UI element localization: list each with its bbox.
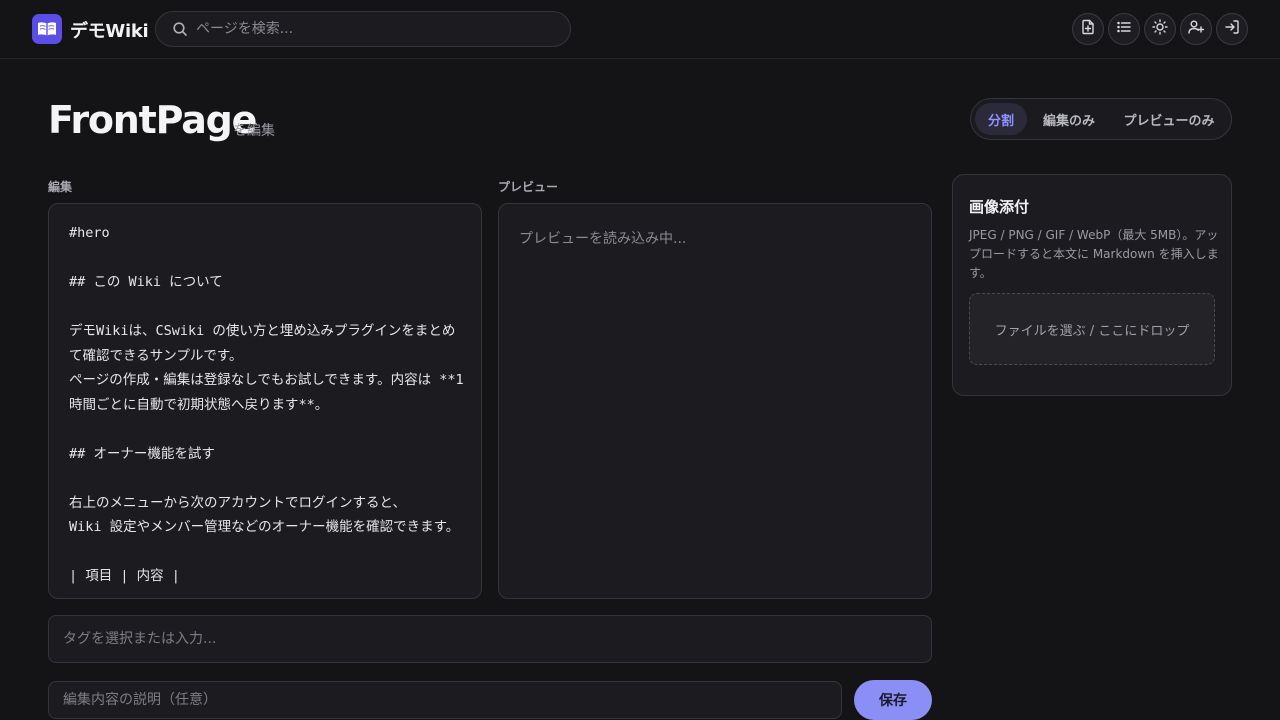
attach-description: JPEG / PNG / GIF / WebP（最大 5MB）。アップロードする… <box>969 228 1219 280</box>
file-dropzone[interactable]: ファイルを選ぶ / ここにドロップ <box>969 293 1215 365</box>
attach-title: 画像添付 <box>969 198 1030 216</box>
list-icon <box>1116 19 1132 39</box>
editor-label: 編集 <box>48 180 73 194</box>
page-title-suffix: を編集 <box>233 123 275 139</box>
logo-book-icon[interactable] <box>32 14 62 44</box>
preview-pane: プレビューを読み込み中... <box>498 203 932 599</box>
save-button[interactable]: 保存 <box>854 680 932 720</box>
preview-loading-text: プレビューを読み込み中... <box>519 231 687 247</box>
view-preview-only-option[interactable]: プレビューのみ <box>1111 103 1227 135</box>
tag-field[interactable] <box>48 615 932 663</box>
top-bar: デモWiki <box>0 0 1280 59</box>
login-icon <box>1224 19 1240 39</box>
page-list-button[interactable] <box>1108 13 1140 45</box>
edit-summary-input[interactable] <box>63 682 827 718</box>
tag-input[interactable] <box>63 616 917 662</box>
search-icon <box>172 21 188 41</box>
search-input[interactable] <box>196 12 556 46</box>
theme-sun-icon <box>1152 19 1168 39</box>
view-split-option[interactable]: 分割 <box>975 103 1027 135</box>
register-button[interactable] <box>1180 13 1212 45</box>
image-attach-panel: 画像添付 JPEG / PNG / GIF / WebP（最大 5MB）。アップ… <box>952 174 1232 396</box>
login-button[interactable] <box>1216 13 1248 45</box>
new-page-icon <box>1080 19 1096 39</box>
page-title: FrontPage <box>48 98 257 142</box>
brand-name[interactable]: デモWiki <box>70 17 149 43</box>
preview-label: プレビュー <box>498 180 559 194</box>
editor-content[interactable]: #hero ## この Wiki について デモWikiは、CSwiki の使い… <box>69 221 465 589</box>
new-page-button[interactable] <box>1072 13 1104 45</box>
view-edit-only-option[interactable]: 編集のみ <box>1031 103 1107 135</box>
markdown-editor[interactable]: #hero ## この Wiki について デモWikiは、CSwiki の使い… <box>48 203 482 599</box>
search-box[interactable] <box>155 11 571 47</box>
view-mode-toggle: 分割 編集のみ プレビューのみ <box>970 98 1232 140</box>
add-user-icon <box>1188 19 1205 39</box>
theme-toggle-button[interactable] <box>1144 13 1176 45</box>
edit-summary-field[interactable] <box>48 681 842 719</box>
